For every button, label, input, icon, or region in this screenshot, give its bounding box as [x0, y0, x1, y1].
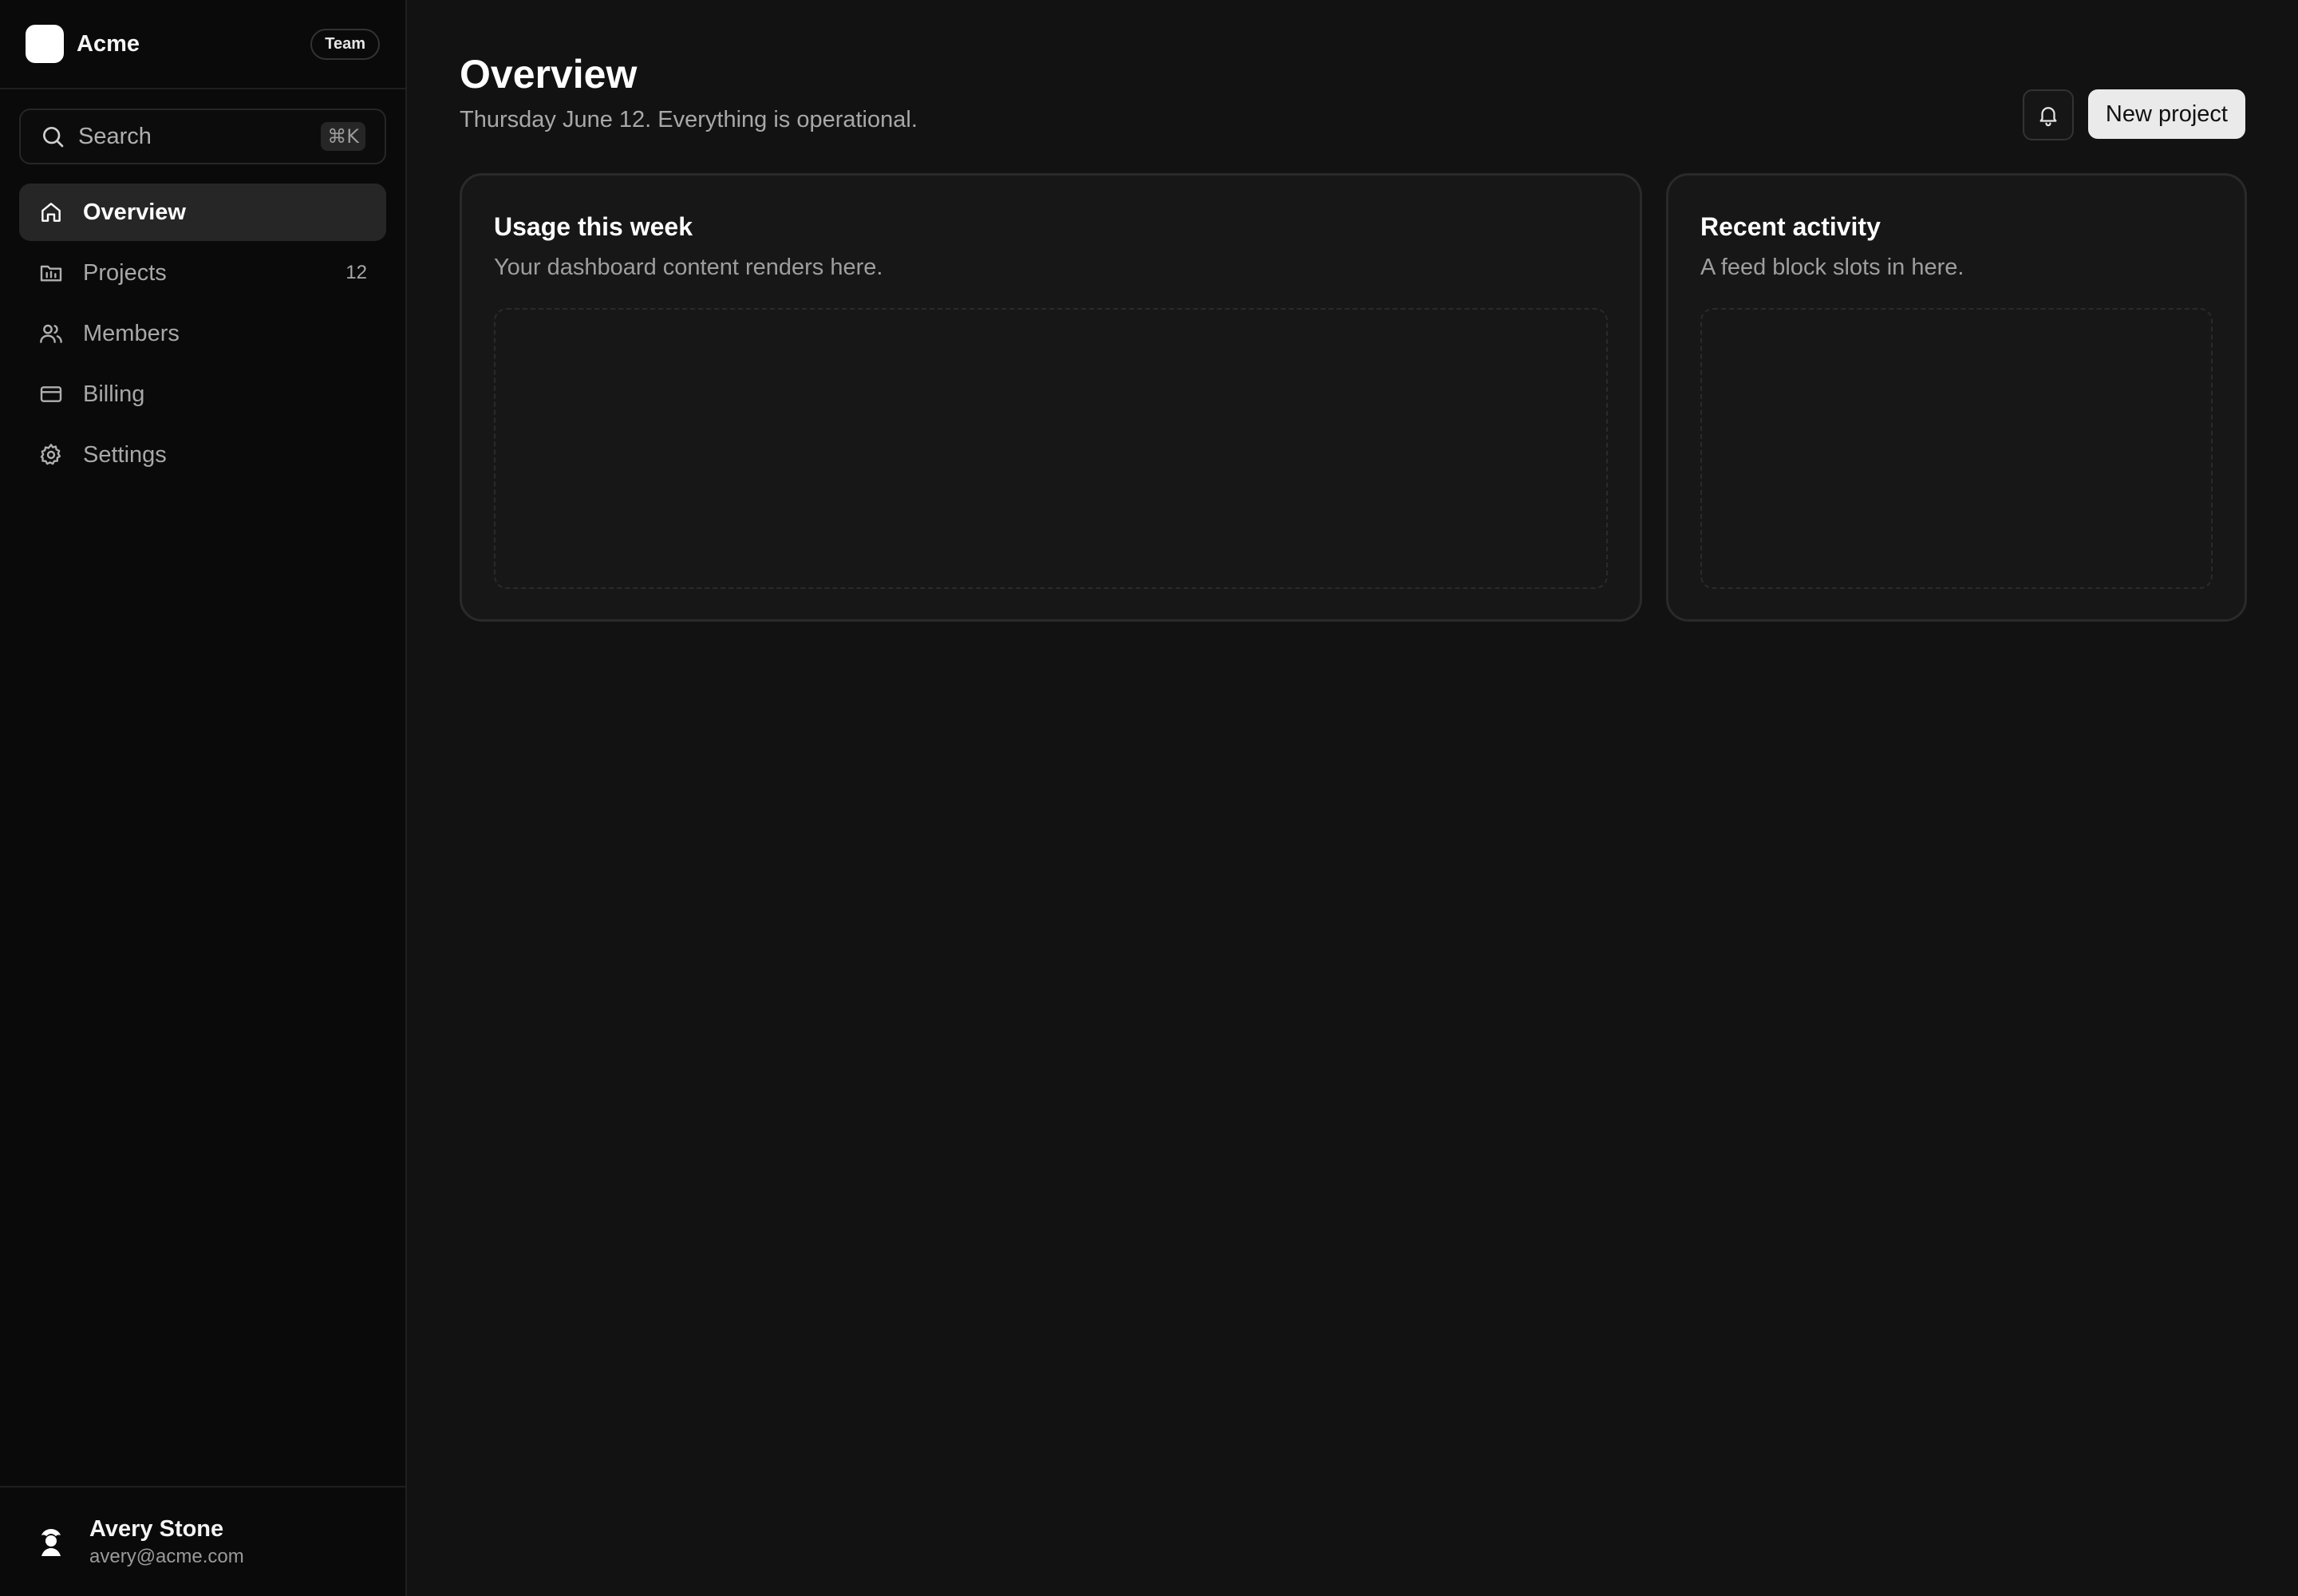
page-subtitle: Thursday June 12. Everything is operatio… — [460, 107, 918, 132]
projects-count-badge: 12 — [345, 262, 367, 283]
avatar-illustration-icon — [32, 1523, 70, 1561]
gear-icon — [40, 444, 61, 465]
user-text: Avery Stone avery@acme.com — [89, 1516, 244, 1568]
search-label: Search — [78, 123, 152, 149]
sidebar-item-members[interactable]: Members — [19, 305, 386, 362]
sidebar-item-label: Billing — [83, 381, 145, 407]
header-actions: New project — [2022, 89, 2245, 140]
bell-icon — [2039, 107, 2057, 127]
sidebar-item-label: Projects — [83, 259, 167, 286]
search-shortcut-badge: ⌘K — [321, 122, 365, 151]
brand-name: Acme — [77, 30, 140, 57]
avatar[interactable] — [32, 1523, 70, 1561]
usage-content-placeholder — [494, 308, 1608, 589]
card-description: Your dashboard content renders here. — [494, 255, 883, 280]
card-title: Recent activity — [1700, 212, 1881, 241]
activity-card: Recent activity A feed block slots in he… — [1666, 173, 2247, 622]
credit-card-icon — [40, 386, 62, 402]
user-email: avery@acme.com — [89, 1545, 244, 1567]
acme-logo-icon[interactable] — [26, 25, 64, 63]
sidebar-item-label: Settings — [83, 441, 167, 468]
sidebar-item-projects[interactable]: Projects 12 — [19, 244, 386, 302]
page-title: Overview — [460, 52, 638, 97]
folder-chart-icon — [40, 265, 62, 282]
sidebar-item-settings[interactable]: Settings — [19, 426, 386, 484]
usage-card: Usage this week Your dashboard content r… — [460, 173, 1642, 622]
users-icon — [40, 324, 62, 343]
brand-header: Acme Team — [0, 0, 405, 89]
card-grid: Usage this week Your dashboard content r… — [460, 173, 2247, 622]
sidebar-item-label: Overview — [83, 199, 186, 225]
card-description: A feed block slots in here. — [1700, 255, 1964, 280]
home-icon — [41, 203, 61, 222]
team-badge[interactable]: Team — [310, 28, 380, 60]
sidebar-item-label: Members — [83, 320, 180, 346]
user-profile[interactable]: Avery Stone avery@acme.com — [0, 1486, 405, 1596]
main-content: Overview Thursday June 12. Everything is… — [407, 0, 2298, 1596]
sidebar: Acme Team Search ⌘K Overview Projects 12… — [0, 0, 407, 1596]
activity-feed-placeholder — [1700, 308, 2213, 589]
search-icon — [43, 127, 64, 148]
search-bar[interactable]: Search ⌘K — [19, 109, 386, 164]
sidebar-item-overview[interactable]: Overview — [19, 184, 386, 241]
app-shell: Acme Team Search ⌘K Overview Projects 12… — [0, 0, 2298, 1596]
sidebar-nav: Overview Projects 12 Members Billing Set… — [0, 184, 405, 484]
new-project-button[interactable]: New project — [2087, 89, 2245, 139]
sidebar-item-billing[interactable]: Billing — [19, 365, 386, 423]
user-name: Avery Stone — [89, 1515, 224, 1542]
card-title: Usage this week — [494, 212, 693, 241]
notifications-button[interactable] — [2022, 89, 2074, 140]
